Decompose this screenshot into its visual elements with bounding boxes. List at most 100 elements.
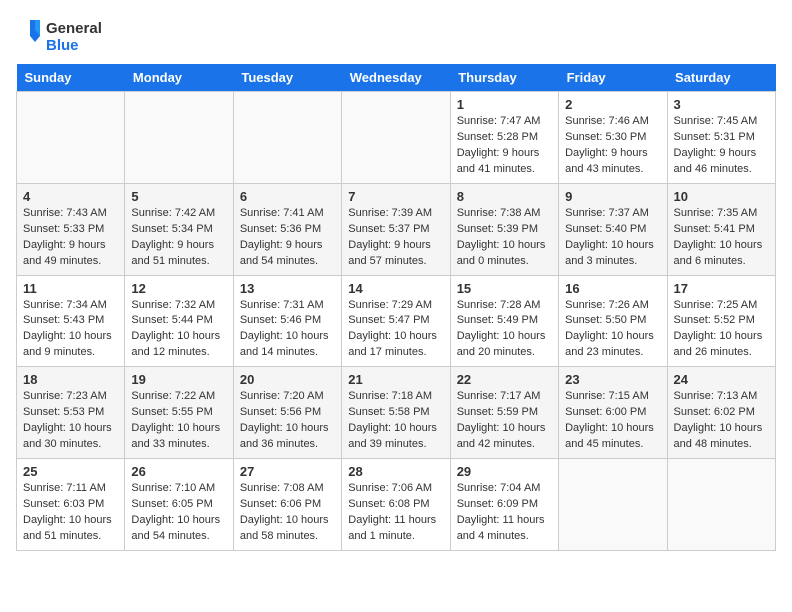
calendar-cell <box>17 92 125 184</box>
day-info: Sunrise: 7:42 AM Sunset: 5:34 PM Dayligh… <box>131 206 226 270</box>
day-info: Sunrise: 7:13 AM Sunset: 6:02 PM Dayligh… <box>674 389 769 453</box>
header: General Blue <box>16 16 776 58</box>
calendar-cell: 24 Sunrise: 7:13 AM Sunset: 6:02 PM Dayli… <box>667 367 775 459</box>
day-number: 29 <box>457 464 552 479</box>
week-row-5: 25 Sunrise: 7:11 AM Sunset: 6:03 PM Dayli… <box>17 459 776 551</box>
day-info: Sunrise: 7:47 AM Sunset: 5:28 PM Dayligh… <box>457 114 552 178</box>
calendar-cell: 2 Sunrise: 7:46 AM Sunset: 5:30 PM Daylig… <box>559 92 667 184</box>
calendar-table: SundayMondayTuesdayWednesdayThursdayFrid… <box>16 64 776 551</box>
day-info: Sunrise: 7:38 AM Sunset: 5:39 PM Dayligh… <box>457 206 552 270</box>
day-info: Sunrise: 7:18 AM Sunset: 5:58 PM Dayligh… <box>348 389 443 453</box>
day-number: 25 <box>23 464 118 479</box>
day-number: 2 <box>565 97 660 112</box>
header-row: SundayMondayTuesdayWednesdayThursdayFrid… <box>17 64 776 92</box>
day-number: 27 <box>240 464 335 479</box>
logo: General Blue <box>16 16 106 58</box>
day-info: Sunrise: 7:35 AM Sunset: 5:41 PM Dayligh… <box>674 206 769 270</box>
day-info: Sunrise: 7:37 AM Sunset: 5:40 PM Dayligh… <box>565 206 660 270</box>
calendar-cell: 16 Sunrise: 7:26 AM Sunset: 5:50 PM Dayli… <box>559 275 667 367</box>
calendar-cell: 20 Sunrise: 7:20 AM Sunset: 5:56 PM Dayli… <box>233 367 341 459</box>
day-info: Sunrise: 7:32 AM Sunset: 5:44 PM Dayligh… <box>131 298 226 362</box>
calendar-cell <box>233 92 341 184</box>
day-info: Sunrise: 7:10 AM Sunset: 6:05 PM Dayligh… <box>131 481 226 545</box>
calendar-cell: 15Sunrise: 7:28 AM Sunset: 5:49 PM Dayli… <box>450 275 558 367</box>
svg-text:Blue: Blue <box>46 37 79 54</box>
day-number: 22 <box>457 372 552 387</box>
day-info: Sunrise: 7:20 AM Sunset: 5:56 PM Dayligh… <box>240 389 335 453</box>
day-info: Sunrise: 7:43 AM Sunset: 5:33 PM Dayligh… <box>23 206 118 270</box>
day-info: Sunrise: 7:41 AM Sunset: 5:36 PM Dayligh… <box>240 206 335 270</box>
week-row-3: 11 Sunrise: 7:34 AM Sunset: 5:43 PM Dayli… <box>17 275 776 367</box>
calendar-cell: 12 Sunrise: 7:32 AM Sunset: 5:44 PM Dayli… <box>125 275 233 367</box>
day-number: 11 <box>23 281 118 296</box>
col-header-sunday: Sunday <box>17 64 125 92</box>
calendar-cell <box>559 459 667 551</box>
calendar-cell: 9 Sunrise: 7:37 AM Sunset: 5:40 PM Daylig… <box>559 183 667 275</box>
day-info: Sunrise: 7:08 AM Sunset: 6:06 PM Dayligh… <box>240 481 335 545</box>
calendar-cell: 11 Sunrise: 7:34 AM Sunset: 5:43 PM Dayli… <box>17 275 125 367</box>
day-info: Sunrise: 7:11 AM Sunset: 6:03 PM Dayligh… <box>23 481 118 545</box>
calendar-cell: 19Sunrise: 7:22 AM Sunset: 5:55 PM Dayli… <box>125 367 233 459</box>
week-row-2: 4Sunrise: 7:43 AM Sunset: 5:33 PM Daylig… <box>17 183 776 275</box>
day-number: 5 <box>131 189 226 204</box>
day-number: 12 <box>131 281 226 296</box>
day-info: Sunrise: 7:31 AM Sunset: 5:46 PM Dayligh… <box>240 298 335 362</box>
calendar-cell: 3 Sunrise: 7:45 AM Sunset: 5:31 PM Daylig… <box>667 92 775 184</box>
calendar-cell: 27 Sunrise: 7:08 AM Sunset: 6:06 PM Dayli… <box>233 459 341 551</box>
calendar-cell: 21Sunrise: 7:18 AM Sunset: 5:58 PM Dayli… <box>342 367 450 459</box>
day-number: 3 <box>674 97 769 112</box>
calendar-cell: 13 Sunrise: 7:31 AM Sunset: 5:46 PM Dayli… <box>233 275 341 367</box>
week-row-1: 1 Sunrise: 7:47 AM Sunset: 5:28 PM Daylig… <box>17 92 776 184</box>
calendar-cell: 4Sunrise: 7:43 AM Sunset: 5:33 PM Daylig… <box>17 183 125 275</box>
day-info: Sunrise: 7:25 AM Sunset: 5:52 PM Dayligh… <box>674 298 769 362</box>
day-number: 7 <box>348 189 443 204</box>
logo-svg: General Blue <box>16 16 106 58</box>
day-number: 23 <box>565 372 660 387</box>
svg-text:General: General <box>46 20 102 37</box>
day-info: Sunrise: 7:34 AM Sunset: 5:43 PM Dayligh… <box>23 298 118 362</box>
day-number: 14 <box>348 281 443 296</box>
day-number: 20 <box>240 372 335 387</box>
col-header-monday: Monday <box>125 64 233 92</box>
day-info: Sunrise: 7:17 AM Sunset: 5:59 PM Dayligh… <box>457 389 552 453</box>
col-header-thursday: Thursday <box>450 64 558 92</box>
day-info: Sunrise: 7:46 AM Sunset: 5:30 PM Dayligh… <box>565 114 660 178</box>
day-info: Sunrise: 7:29 AM Sunset: 5:47 PM Dayligh… <box>348 298 443 362</box>
day-number: 24 <box>674 372 769 387</box>
calendar-cell: 18Sunrise: 7:23 AM Sunset: 5:53 PM Dayli… <box>17 367 125 459</box>
calendar-cell: 10 Sunrise: 7:35 AM Sunset: 5:41 PM Dayli… <box>667 183 775 275</box>
day-number: 9 <box>565 189 660 204</box>
day-number: 26 <box>131 464 226 479</box>
day-number: 17 <box>674 281 769 296</box>
calendar-cell <box>125 92 233 184</box>
col-header-friday: Friday <box>559 64 667 92</box>
day-number: 18 <box>23 372 118 387</box>
calendar-cell <box>342 92 450 184</box>
day-info: Sunrise: 7:04 AM Sunset: 6:09 PM Dayligh… <box>457 481 552 545</box>
calendar-cell: 29 Sunrise: 7:04 AM Sunset: 6:09 PM Dayli… <box>450 459 558 551</box>
week-row-4: 18Sunrise: 7:23 AM Sunset: 5:53 PM Dayli… <box>17 367 776 459</box>
day-number: 16 <box>565 281 660 296</box>
day-number: 13 <box>240 281 335 296</box>
day-number: 10 <box>674 189 769 204</box>
day-info: Sunrise: 7:26 AM Sunset: 5:50 PM Dayligh… <box>565 298 660 362</box>
calendar-cell: 7 Sunrise: 7:39 AM Sunset: 5:37 PM Daylig… <box>342 183 450 275</box>
day-info: Sunrise: 7:45 AM Sunset: 5:31 PM Dayligh… <box>674 114 769 178</box>
day-info: Sunrise: 7:39 AM Sunset: 5:37 PM Dayligh… <box>348 206 443 270</box>
day-info: Sunrise: 7:15 AM Sunset: 6:00 PM Dayligh… <box>565 389 660 453</box>
day-info: Sunrise: 7:22 AM Sunset: 5:55 PM Dayligh… <box>131 389 226 453</box>
calendar-cell: 14 Sunrise: 7:29 AM Sunset: 5:47 PM Dayli… <box>342 275 450 367</box>
day-number: 28 <box>348 464 443 479</box>
col-header-wednesday: Wednesday <box>342 64 450 92</box>
calendar-cell: 28 Sunrise: 7:06 AM Sunset: 6:08 PM Dayli… <box>342 459 450 551</box>
day-number: 6 <box>240 189 335 204</box>
day-number: 15 <box>457 281 552 296</box>
day-info: Sunrise: 7:06 AM Sunset: 6:08 PM Dayligh… <box>348 481 443 545</box>
calendar-cell: 1 Sunrise: 7:47 AM Sunset: 5:28 PM Daylig… <box>450 92 558 184</box>
day-number: 8 <box>457 189 552 204</box>
calendar-cell: 23 Sunrise: 7:15 AM Sunset: 6:00 PM Dayli… <box>559 367 667 459</box>
calendar-cell: 25 Sunrise: 7:11 AM Sunset: 6:03 PM Dayli… <box>17 459 125 551</box>
day-number: 1 <box>457 97 552 112</box>
calendar-cell: 22 Sunrise: 7:17 AM Sunset: 5:59 PM Dayli… <box>450 367 558 459</box>
calendar-cell: 5 Sunrise: 7:42 AM Sunset: 5:34 PM Daylig… <box>125 183 233 275</box>
